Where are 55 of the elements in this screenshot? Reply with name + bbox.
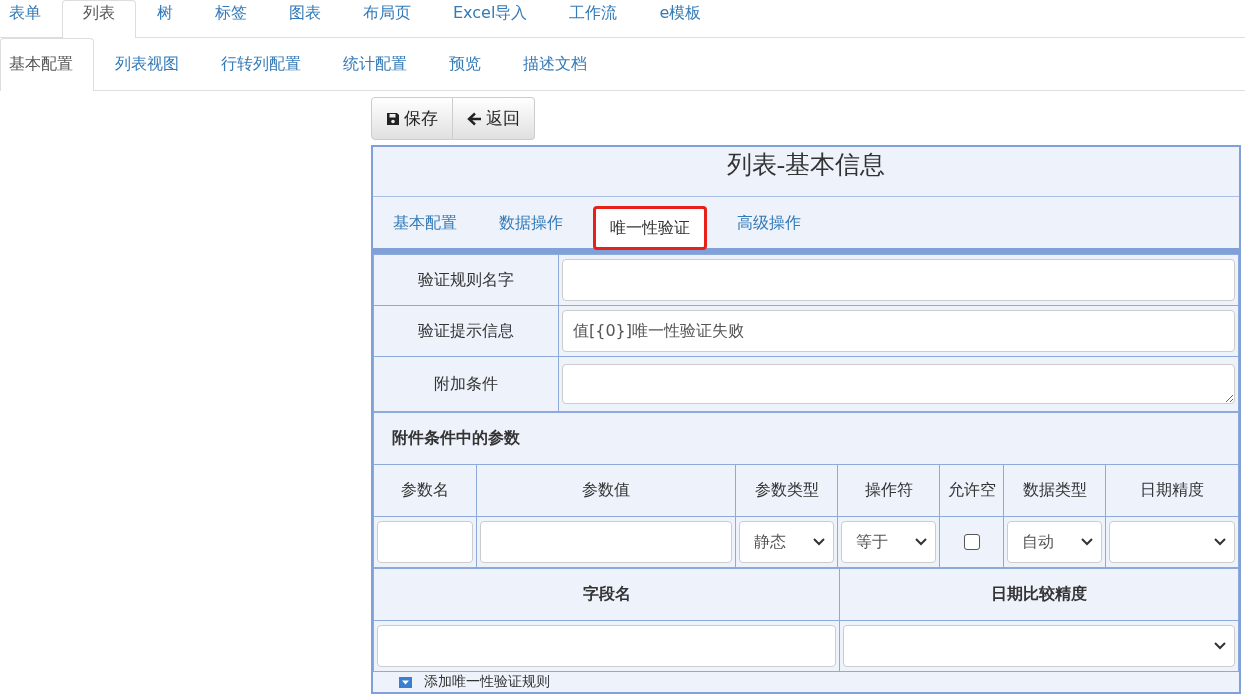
field-label: 附加条件 — [373, 356, 559, 412]
field-label: 验证提示信息 — [373, 305, 559, 357]
tab[interactable]: 统计配置 — [322, 38, 428, 91]
back-button[interactable]: 返回 — [453, 97, 535, 140]
input-field[interactable] — [377, 521, 473, 563]
dropdown[interactable] — [1109, 521, 1235, 563]
chevron-down-icon — [813, 538, 825, 546]
dropdown[interactable] — [843, 625, 1235, 667]
tab[interactable]: 行转列配置 — [200, 38, 322, 91]
column-header: 参数名 — [373, 464, 477, 517]
tab[interactable]: 标签 — [194, 0, 268, 38]
input-field[interactable] — [377, 625, 836, 667]
dropdown[interactable]: 静态 — [739, 521, 834, 563]
add-rule-link[interactable]: 添加唯一性验证规则 — [424, 673, 550, 691]
tab[interactable]: 图表 — [268, 0, 342, 38]
column-header: 参数类型 — [735, 464, 838, 517]
input-field[interactable] — [480, 521, 732, 563]
column-header: 数据类型 — [1003, 464, 1106, 517]
column-header: 日期精度 — [1105, 464, 1239, 517]
tab[interactable]: 基本配置 — [381, 201, 469, 244]
section-heading: 附件条件中的参数 — [373, 412, 1239, 465]
tab[interactable]: 树 — [136, 0, 194, 38]
checkbox[interactable] — [963, 534, 980, 550]
input-field[interactable]: 值[{0}]唯一性验证失败 — [562, 310, 1235, 352]
tab[interactable]: 表单 — [0, 0, 62, 38]
chevron-down-icon — [1214, 642, 1226, 650]
arrow-left-icon — [467, 111, 482, 126]
dropdown[interactable]: 自动 — [1007, 521, 1102, 563]
chevron-down-icon — [1081, 538, 1093, 546]
dropdown[interactable]: 等于 — [841, 521, 936, 563]
tab[interactable]: e模板 — [638, 0, 723, 38]
column-header: 日期比较精度 — [839, 568, 1239, 621]
tab[interactable]: 描述文档 — [502, 38, 608, 91]
tab[interactable]: 预览 — [428, 38, 502, 91]
tab[interactable]: 数据操作 — [487, 201, 575, 244]
column-header: 允许空 — [939, 464, 1004, 517]
chevron-down-icon — [915, 538, 927, 546]
tab[interactable]: 基本配置 — [0, 38, 94, 91]
tab[interactable]: 工作流 — [548, 0, 639, 38]
field-label: 验证规则名字 — [373, 254, 559, 306]
column-header: 字段名 — [373, 568, 840, 621]
column-header: 操作符 — [837, 464, 940, 517]
input-field[interactable] — [562, 259, 1235, 301]
tab[interactable]: 列表 — [62, 0, 136, 38]
save-button[interactable]: 保存 — [371, 97, 453, 140]
text-area[interactable] — [562, 364, 1235, 404]
tab[interactable]: 布局页 — [342, 0, 432, 38]
panel-title: 列表-基本信息 — [373, 147, 1239, 197]
tab[interactable]: 高级操作 — [725, 201, 813, 244]
tab[interactable]: Excel导入 — [432, 0, 549, 38]
column-header: 参数值 — [476, 464, 736, 517]
expand-icon — [399, 676, 412, 688]
tab[interactable]: 列表视图 — [94, 38, 200, 91]
tab[interactable]: 唯一性验证 — [593, 205, 707, 250]
chevron-down-icon — [1214, 538, 1226, 546]
